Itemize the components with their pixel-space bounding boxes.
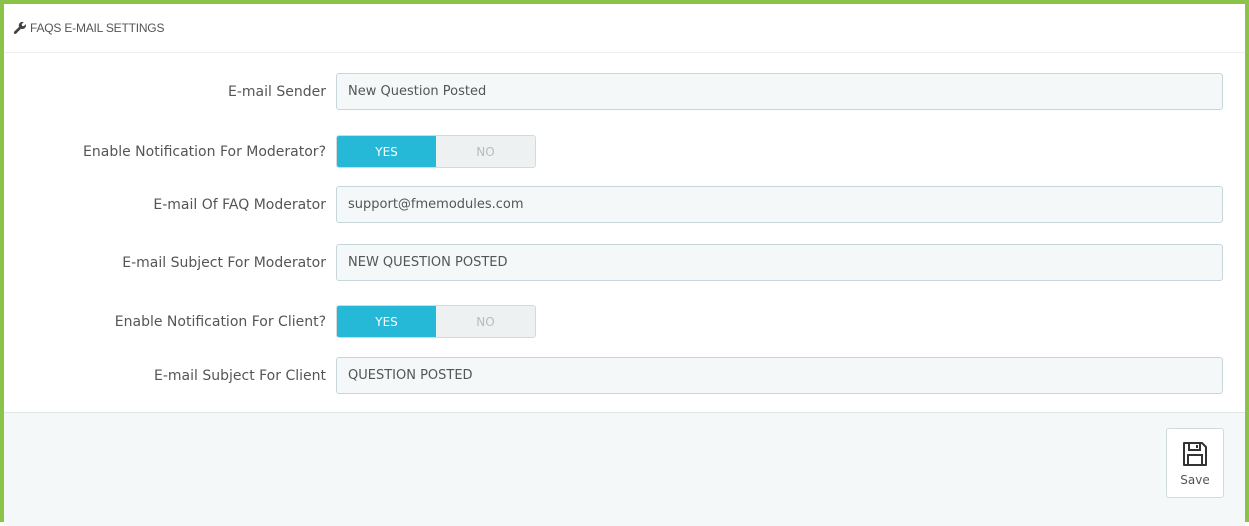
wrench-icon [13,21,26,34]
floppy-disk-icon [1183,442,1207,466]
client-subject-row: E-mail Subject For Client QUESTION POSTE… [4,357,1245,394]
moderator-subject-label: E-mail Subject For Moderator [122,254,326,271]
email-sender-row: E-mail Sender New Question Posted [4,73,1245,110]
save-button[interactable]: Save [1166,428,1224,498]
notify-client-no[interactable]: NO [436,306,535,337]
notify-client-yes[interactable]: YES [337,306,436,337]
moderator-email-row: E-mail Of FAQ Moderator support@fmemodul… [4,186,1245,223]
save-label: Save [1180,473,1210,487]
client-subject-label: E-mail Subject For Client [154,367,326,384]
moderator-subject-row: E-mail Subject For Moderator NEW QUESTIO… [4,244,1245,281]
moderator-email-label: E-mail Of FAQ Moderator [153,196,326,213]
notify-client-switch[interactable]: YES NO [336,305,536,338]
moderator-subject-input[interactable]: NEW QUESTION POSTED [336,244,1223,281]
faqs-email-settings-panel: FAQS E-MAIL SETTINGS E-mail Sender New Q… [0,0,1249,526]
notify-client-row: Enable Notification For Client? YES NO [4,305,1245,338]
email-sender-input[interactable]: New Question Posted [336,73,1223,110]
email-sender-label: E-mail Sender [228,83,326,100]
notify-moderator-yes[interactable]: YES [337,136,436,167]
panel-heading: FAQS E-MAIL SETTINGS [4,4,1245,53]
notify-moderator-no[interactable]: NO [436,136,535,167]
client-subject-input[interactable]: QUESTION POSTED [336,357,1223,394]
moderator-email-input[interactable]: support@fmemodules.com [336,186,1223,223]
notify-client-label: Enable Notification For Client? [114,313,326,330]
panel-footer: Save [4,412,1245,526]
notify-moderator-switch[interactable]: YES NO [336,135,536,168]
notify-moderator-row: Enable Notification For Moderator? YES N… [4,135,1245,168]
notify-moderator-label: Enable Notification For Moderator? [83,143,326,160]
panel-title: FAQS E-MAIL SETTINGS [30,21,165,35]
